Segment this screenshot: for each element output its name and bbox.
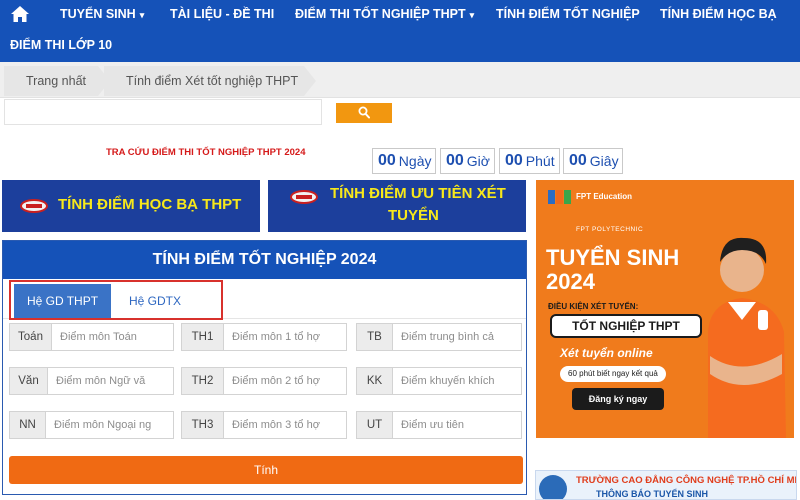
nav-label: TÀI LIỆU - ĐỀ THI bbox=[170, 7, 275, 21]
chevron-down-icon: ▾ bbox=[139, 10, 145, 20]
college-ad[interactable]: TRƯỜNG CAO ĐẲNG CÔNG NGHỆ TP.HỒ CHÍ MINH… bbox=[535, 470, 797, 500]
field-label: TH3 bbox=[182, 412, 224, 438]
countdown-unit: Giây bbox=[589, 153, 619, 169]
fpt-polytechnic-ad[interactable]: FPT Education FPT POLYTECHNIC TUYỂN SINH… bbox=[536, 180, 794, 438]
fpt-logo-icon bbox=[548, 190, 571, 204]
countdown-value: 00 bbox=[446, 152, 464, 169]
countdown-value: 00 bbox=[505, 152, 523, 169]
countdown-value: 00 bbox=[378, 152, 396, 169]
countdown-hours: 00 Giờ bbox=[440, 148, 495, 174]
countdown-unit: Phút bbox=[525, 153, 555, 169]
field-kk: KK bbox=[356, 367, 522, 395]
field-th3: TH3 bbox=[181, 411, 347, 439]
kk-input[interactable] bbox=[393, 368, 521, 394]
countdown-minutes: 00 Phút bbox=[499, 148, 560, 174]
ad-pill: TỐT NGHIỆP THPT bbox=[550, 314, 702, 338]
nav-label: ĐIỂM THI TỐT NGHIỆP THPT bbox=[295, 7, 466, 21]
home-icon[interactable] bbox=[10, 5, 30, 23]
field-th2: TH2 bbox=[181, 367, 347, 395]
countdown-unit: Ngày bbox=[398, 153, 432, 169]
tb-input[interactable] bbox=[393, 324, 521, 350]
toan-input[interactable] bbox=[52, 324, 173, 350]
search-input[interactable] bbox=[4, 99, 322, 125]
college-logo-icon bbox=[539, 475, 567, 499]
medal-icon bbox=[20, 199, 48, 213]
nav-label: TUYỂN SINH bbox=[60, 7, 136, 21]
breadcrumb: Trang nhất Tính điểm Xét tốt nghiệp THPT bbox=[0, 62, 800, 98]
field-van: Văn bbox=[9, 367, 174, 395]
ad-title-line: 2024 bbox=[546, 269, 595, 294]
countdown-days: 00 Ngày bbox=[372, 148, 436, 174]
page: TUYỂN SINH ▾ TÀI LIỆU - ĐỀ THI ĐIỂM THI T… bbox=[0, 0, 800, 500]
medal-icon bbox=[290, 190, 318, 204]
calculate-button[interactable]: Tính bbox=[9, 456, 523, 484]
breadcrumb-home[interactable]: Trang nhất bbox=[4, 66, 110, 96]
breadcrumb-current[interactable]: Tính điểm Xét tốt nghiệp THPT bbox=[104, 66, 316, 96]
student-illustration bbox=[708, 237, 786, 438]
ad-online: Xét tuyển online bbox=[560, 346, 653, 360]
th1-input[interactable] bbox=[224, 324, 346, 350]
th2-input[interactable] bbox=[224, 368, 346, 394]
search-icon bbox=[358, 106, 370, 119]
nn-input[interactable] bbox=[46, 412, 173, 438]
field-label: NN bbox=[10, 412, 46, 438]
nav-item-tai-lieu[interactable]: TÀI LIỆU - ĐỀ THI bbox=[170, 7, 274, 21]
field-label: KK bbox=[357, 368, 393, 394]
college-ad-subtitle: THÔNG BÁO TUYỂN SINH bbox=[596, 489, 709, 499]
field-label: UT bbox=[357, 412, 393, 438]
field-toan: Toán bbox=[9, 323, 174, 351]
field-nn: NN bbox=[9, 411, 174, 439]
score-lookup-link[interactable]: TRA CỨU ĐIỂM THI TỐT NGHIỆP THPT 2024 bbox=[106, 147, 306, 158]
countdown-value: 00 bbox=[569, 152, 587, 169]
calculator-title: TÍNH ĐIỂM TỐT NGHIỆP 2024 bbox=[3, 241, 526, 279]
field-label: TH2 bbox=[182, 368, 224, 394]
search-button[interactable] bbox=[336, 103, 392, 123]
banner-label: TUYỂN bbox=[388, 207, 439, 224]
countdown-seconds: 00 Giây bbox=[563, 148, 623, 174]
tab-he-gd-thpt[interactable]: Hệ GD THPT bbox=[14, 284, 111, 318]
field-label: Văn bbox=[10, 368, 48, 394]
ad-register-button[interactable]: Đăng ký ngay bbox=[572, 388, 664, 410]
field-tb: TB bbox=[356, 323, 522, 351]
ut-input[interactable] bbox=[393, 412, 521, 438]
ad-brand: FPT Education bbox=[576, 192, 632, 201]
banner-hoc-ba[interactable]: TÍNH ĐIỂM HỌC BẠ THPT bbox=[2, 180, 260, 232]
th3-input[interactable] bbox=[224, 412, 346, 438]
van-input[interactable] bbox=[48, 368, 173, 394]
score-calculator: TÍNH ĐIỂM TỐT NGHIỆP 2024 Hệ GD THPT Hệ … bbox=[2, 240, 527, 495]
banner-uu-tien[interactable]: TÍNH ĐIỂM ƯU TIÊN XÉT TUYỂN bbox=[268, 180, 526, 232]
banner-label: TÍNH ĐIỂM HỌC BẠ THPT bbox=[58, 196, 242, 213]
nav-item-tuyen-sinh[interactable]: TUYỂN SINH ▾ bbox=[60, 7, 144, 21]
field-th1: TH1 bbox=[181, 323, 347, 351]
nav-label: TÍNH ĐIỂM HỌC BẠ bbox=[660, 7, 777, 21]
nav-item-tinh-diem-tot-nghiep[interactable]: TÍNH ĐIỂM TỐT NGHIỆP bbox=[496, 7, 640, 21]
ad-fast: 60 phút biết ngay kết quả bbox=[560, 366, 666, 382]
college-ad-title: TRƯỜNG CAO ĐẲNG CÔNG NGHỆ TP.HỒ CHÍ MINH bbox=[576, 475, 797, 486]
tab-group: Hệ GD THPT Hệ GDTX bbox=[9, 280, 223, 320]
countdown-unit: Giờ bbox=[466, 153, 490, 169]
field-ut: UT bbox=[356, 411, 522, 439]
top-navigation: TUYỂN SINH ▾ TÀI LIỆU - ĐỀ THI ĐIỂM THI T… bbox=[0, 0, 800, 62]
nav-item-tinh-diem-hoc-ba[interactable]: TÍNH ĐIỂM HỌC BẠ bbox=[660, 7, 777, 21]
nav-item-diem-thi-lop-10[interactable]: ĐIỂM THI LỚP 10 bbox=[10, 38, 112, 52]
banner-label: TÍNH ĐIỂM ƯU TIÊN XÉT bbox=[330, 185, 506, 202]
nav-item-diem-thi[interactable]: ĐIỂM THI TỐT NGHIỆP THPT ▾ bbox=[295, 7, 474, 21]
field-label: Toán bbox=[10, 324, 52, 350]
ad-school: FPT POLYTECHNIC bbox=[576, 226, 644, 233]
nav-label: ĐIỂM THI LỚP 10 bbox=[10, 38, 113, 52]
field-label: TB bbox=[357, 324, 393, 350]
ad-title: TUYỂN SINH 2024 bbox=[546, 246, 679, 294]
ad-title-line: TUYỂN SINH bbox=[546, 245, 680, 270]
nav-label: TÍNH ĐIỂM TỐT NGHIỆP bbox=[496, 7, 640, 21]
tab-he-gdtx[interactable]: Hệ GDTX bbox=[121, 284, 221, 318]
ad-sub: ĐIỀU KIỆN XÉT TUYỂN: bbox=[548, 302, 639, 311]
chevron-down-icon: ▾ bbox=[469, 10, 475, 20]
field-label: TH1 bbox=[182, 324, 224, 350]
